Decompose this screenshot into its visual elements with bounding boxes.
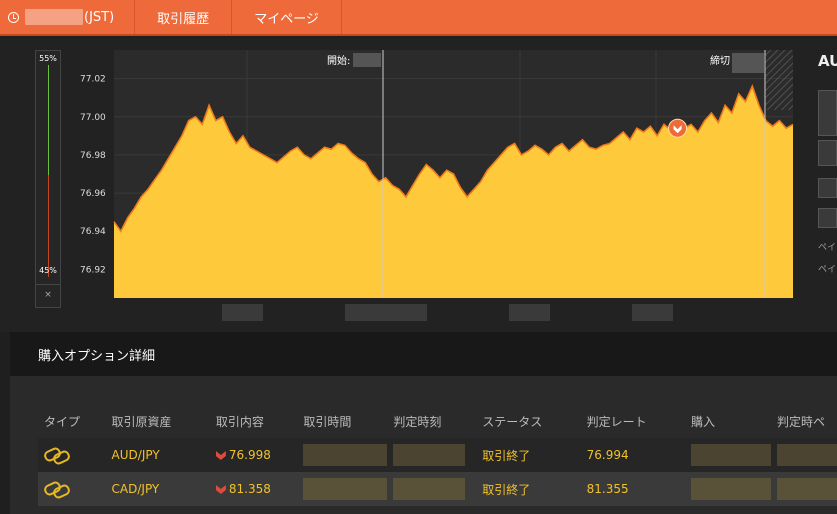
col-judge-rate: 判定レート bbox=[580, 404, 685, 438]
range-type-icon bbox=[44, 481, 70, 495]
table-row[interactable]: AUD/JPY 76.998 取引終了 76.994 bbox=[38, 438, 837, 472]
purchase-button[interactable] bbox=[818, 208, 837, 228]
arrow-down-icon bbox=[216, 451, 226, 460]
y-tick-label: 76.94 bbox=[80, 227, 106, 237]
asset-cell: AUD/JPY bbox=[105, 438, 210, 472]
status-cell: 取引終了 bbox=[476, 472, 581, 506]
asset-title: AU bbox=[818, 52, 837, 70]
redacted-value bbox=[777, 444, 837, 466]
redacted-value bbox=[393, 444, 466, 466]
judge-time-cell bbox=[387, 438, 477, 472]
price-chart: 77.02 77.00 76.98 76.96 76.94 76.92 開始: 締切 bbox=[80, 50, 794, 298]
judge-time-cell bbox=[387, 472, 477, 506]
low-button[interactable] bbox=[818, 140, 837, 166]
timezone-label: (JST) bbox=[84, 9, 115, 25]
redacted-value bbox=[303, 444, 388, 466]
nav-trade-history[interactable]: 取引履歴 bbox=[135, 0, 233, 34]
y-tick-label: 76.96 bbox=[80, 189, 106, 199]
gauge-up-bar bbox=[48, 65, 49, 175]
redacted-time-label bbox=[345, 304, 427, 321]
purchase-cell bbox=[684, 438, 771, 472]
col-content: 取引内容 bbox=[209, 404, 298, 438]
amount-input[interactable] bbox=[818, 178, 837, 198]
closed-hatch bbox=[765, 50, 793, 110]
y-tick-label: 76.98 bbox=[80, 151, 106, 161]
col-asset: 取引原資産 bbox=[105, 404, 210, 438]
redacted-value bbox=[690, 478, 771, 500]
table-row[interactable]: CAD/JPY 81.358 取引終了 81.355 bbox=[38, 472, 837, 506]
section-title: 購入オプション詳細 bbox=[10, 332, 837, 376]
redacted-start-time bbox=[353, 53, 381, 67]
redacted-value bbox=[690, 444, 771, 466]
redacted-value bbox=[777, 478, 837, 500]
trade-panel: AU ペイ ペイ bbox=[808, 38, 837, 332]
y-tick-label: 77.00 bbox=[80, 113, 106, 123]
redacted-value bbox=[393, 478, 466, 500]
option-table: タイプ 取引原資産 取引内容 取引時間 判定時刻 ステータス 判定レート 購入 … bbox=[38, 404, 837, 506]
col-judge-time: 判定時刻 bbox=[387, 404, 477, 438]
arrow-down-icon bbox=[216, 485, 226, 494]
redacted-time-label bbox=[632, 304, 673, 321]
redacted-end-time bbox=[732, 53, 764, 73]
clock-icon bbox=[8, 11, 19, 23]
type-cell bbox=[38, 438, 106, 472]
chart-area: 55% 45% × 77.02 77.00 76.98 76.96 76.94 76.92… bbox=[0, 38, 837, 332]
end-label: 締切 bbox=[710, 54, 730, 67]
redacted-time bbox=[25, 9, 83, 25]
content-cell: 76.998 bbox=[209, 438, 298, 472]
trade-time-cell bbox=[297, 438, 388, 472]
redacted-value bbox=[303, 478, 388, 500]
gauge-top-label: 55% bbox=[39, 54, 57, 63]
high-button[interactable] bbox=[818, 90, 837, 136]
trade-time-cell bbox=[297, 472, 388, 506]
payout-note: ペイ bbox=[818, 243, 837, 253]
entry-marker bbox=[668, 118, 688, 138]
asset-cell: CAD/JPY bbox=[105, 472, 210, 506]
nav-mypage[interactable]: マイページ bbox=[232, 0, 342, 34]
col-judge-payout: 判定時ペ bbox=[771, 404, 837, 438]
judge-rate-cell: 76.994 bbox=[580, 438, 685, 472]
gauge-close-button[interactable]: × bbox=[35, 284, 61, 304]
col-purchase: 購入 bbox=[684, 404, 771, 438]
y-tick-label: 76.92 bbox=[80, 265, 106, 275]
purchase-cell bbox=[684, 472, 771, 506]
timezone-display: (JST) bbox=[0, 0, 136, 34]
col-type: タイプ bbox=[38, 404, 106, 438]
sentiment-gauge: 55% 45% bbox=[35, 50, 61, 308]
type-cell bbox=[38, 472, 106, 506]
status-cell: 取引終了 bbox=[476, 438, 581, 472]
redacted-time-label bbox=[509, 304, 550, 321]
entry-rate: 76.998 bbox=[228, 448, 271, 462]
col-trade-time: 取引時間 bbox=[297, 404, 388, 438]
start-label: 開始: bbox=[327, 54, 350, 67]
col-status: ステータス bbox=[476, 404, 581, 438]
range-type-icon bbox=[44, 447, 70, 461]
entry-rate: 81.358 bbox=[228, 482, 271, 496]
payout-cell bbox=[771, 438, 837, 472]
top-navigation: (JST) 取引履歴 マイページ bbox=[0, 0, 837, 36]
content-cell: 81.358 bbox=[209, 472, 298, 506]
judge-rate-cell: 81.355 bbox=[580, 472, 685, 506]
payout-cell bbox=[771, 472, 837, 506]
y-tick-label: 77.02 bbox=[80, 75, 106, 85]
gauge-bottom-label: 45% bbox=[39, 266, 57, 275]
redacted-time-label bbox=[222, 304, 263, 321]
payout-note: ペイ bbox=[818, 265, 837, 275]
gauge-down-bar bbox=[48, 175, 49, 277]
option-table-container: タイプ 取引原資産 取引内容 取引時間 判定時刻 ステータス 判定レート 購入 … bbox=[10, 376, 837, 514]
